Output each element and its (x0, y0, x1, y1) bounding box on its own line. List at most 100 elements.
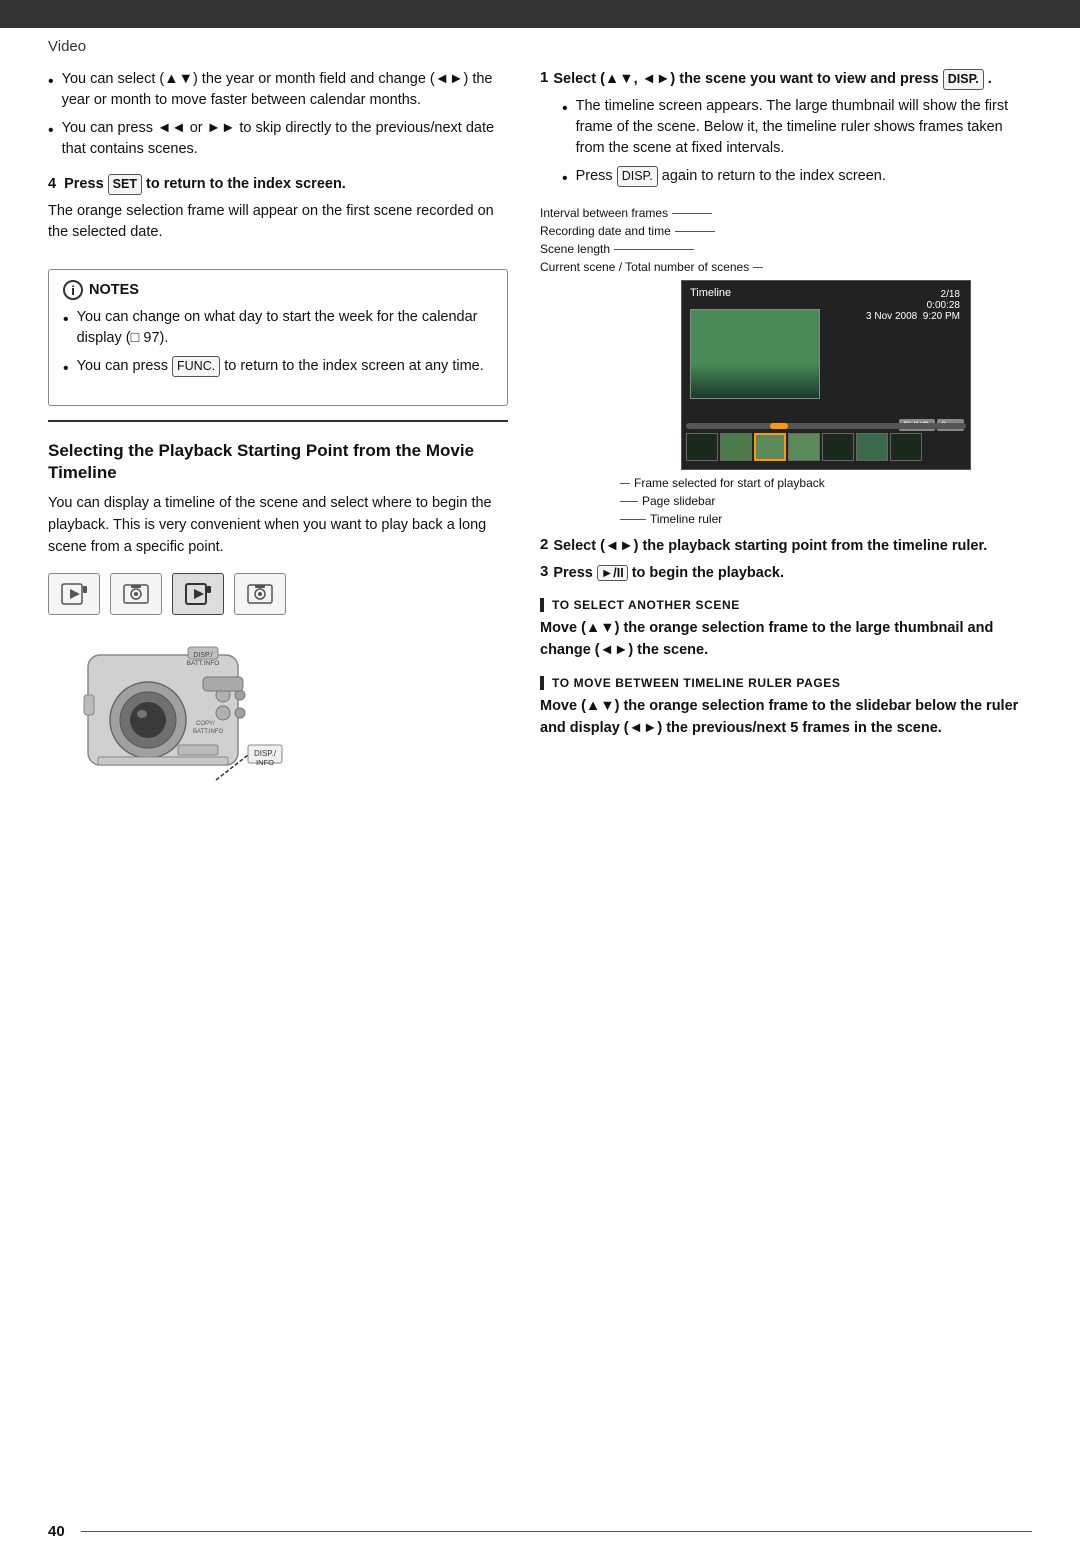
to-move-between-text: Move (▲▼) the orange selection frame to … (540, 696, 1032, 740)
timeline-filmstrip (686, 431, 966, 463)
timeline-screen-inner: Timeline 2/18 0:00:28 3 Nov 2008 9:20 PM… (682, 281, 970, 469)
step2-content: Select (◄►) the playback starting point … (553, 536, 987, 557)
callout-page-slidebar: Page slidebar (620, 492, 1032, 510)
bullet-dot: • (48, 119, 54, 142)
page-number: 40 (48, 1523, 65, 1540)
to-select-another-label: TO SELECT ANOTHER SCENE (540, 598, 1032, 612)
list-item: • Press DISP. again to return to the ind… (562, 166, 1032, 190)
timeline-screen-title: Timeline (690, 287, 731, 299)
step2-text: Select (◄►) the playback starting point … (553, 538, 987, 554)
info-icon: i (63, 280, 83, 300)
mode-icon-video-play (48, 573, 100, 615)
video-play-active-icon (184, 580, 212, 608)
callout-recording: Recording date and time (540, 222, 1032, 240)
timeline-time: 0:00:28 (866, 300, 960, 311)
step3-row: 3 Press ►/II to begin the playback. (540, 563, 1032, 584)
left-column: • You can select (▲▼) the year or month … (48, 69, 508, 829)
photo-2-icon (246, 580, 274, 608)
section-divider (48, 420, 508, 422)
bullet-text: You can press ◄◄ or ►► to skip directly … (62, 118, 508, 160)
step1-content: Select (▲▼, ◄►) the scene you want to vi… (553, 69, 992, 90)
step3-content: Press ►/II to begin the playback. (553, 563, 784, 584)
callout-frame-selected: Frame selected for start of playback (620, 474, 1032, 492)
notes-list: • You can change on what day to start th… (63, 307, 493, 380)
svg-text:COPY/: COPY/ (196, 721, 215, 727)
callout-interval: Interval between frames (540, 204, 1032, 222)
step4-content: 4 Press SET to return to the index scree… (48, 174, 508, 255)
timeline-slider-thumb[interactable] (770, 423, 788, 429)
right-column: 1 Select (▲▼, ◄►) the scene you want to … (540, 69, 1032, 829)
play-pause-btn-label: ►/II (597, 565, 628, 581)
callout-scene-total-text: Current scene / Total number of scenes (540, 258, 749, 276)
callout-line (620, 501, 638, 502)
callout-scene-length-text: Scene length (540, 240, 610, 258)
step4-row: 4 Press SET to return to the index scree… (48, 174, 508, 255)
camera-image-area: DISP./ BATT.INFO COPY/ (48, 625, 508, 815)
timeline-main-thumb (690, 309, 820, 399)
diagram-callouts-top: Interval between frames Recording date a… (540, 204, 1032, 276)
step1-bullet-2: Press DISP. again to return to the index… (576, 166, 886, 187)
svg-text:INFO: INFO (256, 758, 274, 767)
camera-svg: DISP./ BATT.INFO COPY/ (48, 625, 288, 815)
callout-line (753, 267, 763, 268)
timeline-screen-date: 2/18 0:00:28 3 Nov 2008 9:20 PM (866, 289, 960, 322)
notes-item-2: You can press FUNC. to return to the ind… (77, 356, 484, 377)
film-frame-6 (856, 433, 888, 461)
step1-row: 1 Select (▲▼, ◄►) the scene you want to … (540, 69, 1032, 90)
diagram-callouts-bottom: Frame selected for start of playback Pag… (620, 474, 1032, 528)
callout-interval-text: Interval between frames (540, 204, 668, 222)
callout-timeline-ruler-text: Timeline ruler (650, 510, 722, 528)
callout-page-slidebar-text: Page slidebar (642, 492, 715, 510)
list-item: • You can press ◄◄ or ►► to skip directl… (48, 118, 508, 160)
photo-icon (122, 580, 150, 608)
list-item: • You can change on what day to start th… (63, 307, 493, 349)
section-body: You can display a timeline of the scene … (48, 493, 508, 558)
timeline-diagram-wrapper: Timeline 2/18 0:00:28 3 Nov 2008 9:20 PM… (620, 280, 1032, 470)
notes-item-1: You can change on what day to start the … (77, 307, 493, 349)
mode-icon-photo-2 (234, 573, 286, 615)
callout-scene-total: Current scene / Total number of scenes (540, 258, 1032, 276)
svg-text:DISP./: DISP./ (193, 652, 212, 659)
func-button-label: FUNC. (172, 356, 220, 377)
callout-scene-length: Scene length (540, 240, 1032, 258)
callout-line (620, 483, 630, 484)
bullet-text: You can select (▲▼) the year or month fi… (62, 69, 508, 111)
timeline-page-slider[interactable] (686, 423, 966, 429)
intro-bullets: • You can select (▲▼) the year or month … (48, 69, 508, 160)
step1-number: 1 (540, 69, 548, 86)
disp-button-label: DISP. (943, 69, 984, 90)
svg-text:BATT.INFO: BATT.INFO (193, 729, 224, 735)
page-title: Video (48, 38, 86, 55)
svg-text:BATT.INFO: BATT.INFO (187, 660, 220, 667)
set-button-label: SET (108, 174, 142, 195)
callout-recording-text: Recording date and time (540, 222, 671, 240)
notes-label: NOTES (89, 282, 139, 298)
disp-again-label: DISP. (617, 166, 658, 187)
bullet-dot: • (562, 97, 568, 120)
list-item: • You can press FUNC. to return to the i… (63, 356, 493, 380)
mode-icons-row (48, 573, 508, 615)
svg-text:DISP./: DISP./ (254, 749, 277, 758)
footer-line (81, 1531, 1032, 1532)
diagram-section: Interval between frames Recording date a… (540, 204, 1032, 276)
bullet-dot: • (63, 357, 69, 380)
film-frame-7 (890, 433, 922, 461)
bullet-dot: • (562, 167, 568, 190)
page-footer: 40 (48, 1523, 1032, 1540)
camera-illustration: DISP./ BATT.INFO COPY/ (48, 625, 288, 815)
callout-line (672, 213, 712, 214)
bullet-dot: • (48, 70, 54, 93)
step4-body: The orange selection frame will appear o… (48, 201, 508, 243)
section-heading: Selecting the Playback Starting Point fr… (48, 440, 508, 486)
film-frame-5 (822, 433, 854, 461)
step2-row: 2 Select (◄►) the playback starting poin… (540, 536, 1032, 557)
callout-line (620, 519, 646, 520)
timeline-date-top: 2/18 (866, 289, 960, 300)
callout-line (614, 249, 694, 250)
film-frame-4 (788, 433, 820, 461)
mode-icon-photo (110, 573, 162, 615)
film-frame-3[interactable] (754, 433, 786, 461)
mode-icon-video-play-active (172, 573, 224, 615)
timeline-screen-diagram: Timeline 2/18 0:00:28 3 Nov 2008 9:20 PM… (681, 280, 971, 470)
list-item: • The timeline screen appears. The large… (562, 96, 1032, 159)
